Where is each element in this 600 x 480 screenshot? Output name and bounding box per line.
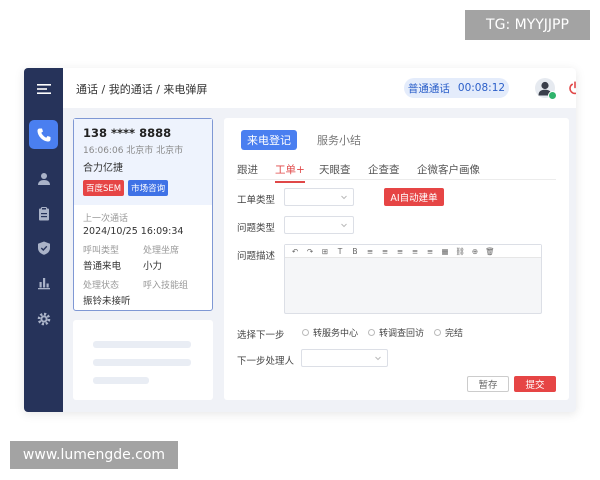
sidebar bbox=[24, 68, 63, 412]
user-icon[interactable] bbox=[29, 164, 58, 193]
issue-type-label: 问题类型 bbox=[237, 223, 276, 234]
breadcrumb: 通话 / 我的通话 / 来电弹屏 bbox=[76, 83, 208, 96]
text-size-icon[interactable]: T bbox=[334, 246, 346, 256]
status-label: 处理状态 bbox=[83, 281, 120, 291]
call-type-field-value: 普通来电 bbox=[83, 261, 122, 272]
avatar[interactable] bbox=[535, 78, 557, 100]
radio-complete[interactable]: 完结 bbox=[434, 326, 463, 339]
watermark-site: www.lumengde.com bbox=[10, 441, 178, 469]
menu-icon[interactable] bbox=[29, 74, 58, 103]
radio-circle bbox=[434, 329, 442, 336]
caller-card-header: 138 **** 8888 16:06:06 北京市 北京市 合力亿捷 百度SE… bbox=[74, 119, 212, 205]
caller-company: 合力亿捷 bbox=[83, 163, 123, 174]
skeleton-line bbox=[93, 377, 149, 384]
align-left-icon[interactable]: ≡ bbox=[364, 246, 376, 256]
issue-desc-editor[interactable]: ↶ ↷ ⊞ T B ≡ ≡ ≡ ≡ ≡ ▦ ⛓ ⊕ 🗑 bbox=[284, 244, 542, 314]
sub-tab-qichacha[interactable]: 企查查 bbox=[368, 162, 400, 181]
radio-service-center[interactable]: 转服务中心 bbox=[302, 326, 358, 339]
status-value: 振铃未接听 bbox=[83, 296, 131, 307]
issue-type-select[interactable] bbox=[284, 216, 354, 234]
radio-label: 转调查回访 bbox=[379, 329, 425, 339]
ticket-type-label: 工单类型 bbox=[237, 195, 276, 206]
editor-toolbar: ↶ ↷ ⊞ T B ≡ ≡ ≡ ≡ ≡ ▦ ⛓ ⊕ 🗑 bbox=[285, 245, 541, 258]
call-status-pill: 普通通话 00:08:12 bbox=[404, 78, 509, 98]
last-call-label: 上一次通话 bbox=[83, 214, 129, 224]
radio-label: 完结 bbox=[445, 329, 464, 339]
next-handler-select[interactable] bbox=[301, 349, 388, 367]
caller-card[interactable]: 138 **** 8888 16:06:06 北京市 北京市 合力亿捷 百度SE… bbox=[73, 118, 213, 311]
tab-call-register[interactable]: 来电登记 bbox=[241, 130, 297, 150]
delete-icon[interactable]: 🗑 bbox=[484, 246, 496, 256]
image-icon[interactable]: ▦ bbox=[439, 246, 451, 256]
next-step-label: 选择下一步 bbox=[237, 330, 285, 341]
sub-tab-wecom-profile[interactable]: 企微客户画像 bbox=[417, 162, 480, 181]
agent-value: 小力 bbox=[143, 261, 163, 272]
skill-group-label: 呼入技能组 bbox=[143, 281, 189, 291]
main-panel: 来电登记 服务小结 跟进 工单+ 天眼查 企查查 企微客户画像 工单类型 AI自… bbox=[224, 118, 569, 400]
call-type-field-label: 呼叫类型 bbox=[83, 246, 120, 256]
save-draft-button[interactable]: 暂存 bbox=[467, 376, 509, 392]
bar-chart-icon[interactable] bbox=[29, 268, 58, 297]
next-step-options: 转服务中心 转调查回访 完结 bbox=[302, 326, 463, 339]
tab-service-summary[interactable]: 服务小结 bbox=[317, 130, 361, 150]
shield-icon[interactable] bbox=[29, 233, 58, 262]
next-handler-label: 下一步处理人 bbox=[237, 356, 295, 367]
ticket-type-select[interactable] bbox=[284, 188, 354, 206]
phone-icon[interactable] bbox=[29, 120, 58, 149]
gear-icon[interactable] bbox=[29, 304, 58, 333]
radio-circle bbox=[368, 329, 376, 336]
link-icon[interactable]: ⛓ bbox=[454, 246, 466, 256]
chevron-down-icon bbox=[341, 223, 347, 228]
submit-button[interactable]: 提交 bbox=[514, 376, 556, 392]
ai-auto-create-button[interactable]: AI自动建单 bbox=[384, 188, 444, 206]
align-right-icon[interactable]: ≡ bbox=[394, 246, 406, 256]
tag-source: 百度SEM bbox=[83, 180, 125, 196]
chevron-down-icon bbox=[375, 356, 381, 361]
undo-icon[interactable]: ↶ bbox=[289, 246, 301, 256]
caller-tags: 百度SEM 市场咨询 bbox=[83, 180, 203, 196]
placeholder-card bbox=[73, 320, 213, 400]
align-center-icon[interactable]: ≡ bbox=[379, 246, 391, 256]
skeleton-line bbox=[93, 359, 191, 366]
agent-label: 处理坐席 bbox=[143, 246, 180, 256]
chevron-down-icon bbox=[341, 195, 347, 200]
power-icon[interactable] bbox=[568, 81, 576, 95]
caller-meta: 16:06:06 北京市 北京市 bbox=[83, 146, 184, 156]
online-status-dot bbox=[548, 91, 557, 100]
zoom-icon[interactable]: ⊕ bbox=[469, 246, 481, 256]
radio-circle bbox=[302, 329, 309, 336]
skeleton-line bbox=[93, 341, 191, 348]
sub-tab-ticket[interactable]: 工单+ bbox=[275, 162, 305, 183]
top-bar: 通话 / 我的通话 / 来电弹屏 普通通话 00:08:12 bbox=[63, 68, 576, 108]
watermark-tg: TG: MYYJJPP bbox=[465, 10, 590, 40]
caller-card-body: 上一次通话 2024/10/25 16:09:34 呼叫类型 普通来电 处理坐席… bbox=[74, 205, 212, 313]
table-icon[interactable]: ⊞ bbox=[319, 246, 331, 256]
list-icon[interactable]: ≡ bbox=[409, 246, 421, 256]
indent-icon[interactable]: ≡ bbox=[424, 246, 436, 256]
call-type-label: 普通通话 bbox=[407, 82, 450, 95]
bold-icon[interactable]: B bbox=[349, 246, 361, 256]
radio-label: 转服务中心 bbox=[313, 329, 359, 339]
caller-phone: 138 **** 8888 bbox=[83, 126, 172, 140]
radio-survey[interactable]: 转调查回访 bbox=[368, 326, 424, 339]
sub-tab-bar: 跟进 工单+ 天眼查 企查查 企微客户画像 bbox=[237, 162, 556, 183]
clipboard-icon[interactable] bbox=[29, 199, 58, 228]
redo-icon[interactable]: ↷ bbox=[304, 246, 316, 256]
app-window: 通话 / 我的通话 / 来电弹屏 普通通话 00:08:12 138 **** … bbox=[24, 68, 576, 412]
sub-tab-tianyancha[interactable]: 天眼查 bbox=[319, 162, 351, 181]
last-call-value: 2024/10/25 16:09:34 bbox=[83, 226, 184, 237]
tag-category: 市场咨询 bbox=[128, 180, 169, 196]
issue-desc-label: 问题描述 bbox=[237, 251, 276, 262]
sub-tab-follow-up[interactable]: 跟进 bbox=[237, 162, 258, 181]
call-timer: 00:08:12 bbox=[457, 82, 506, 94]
